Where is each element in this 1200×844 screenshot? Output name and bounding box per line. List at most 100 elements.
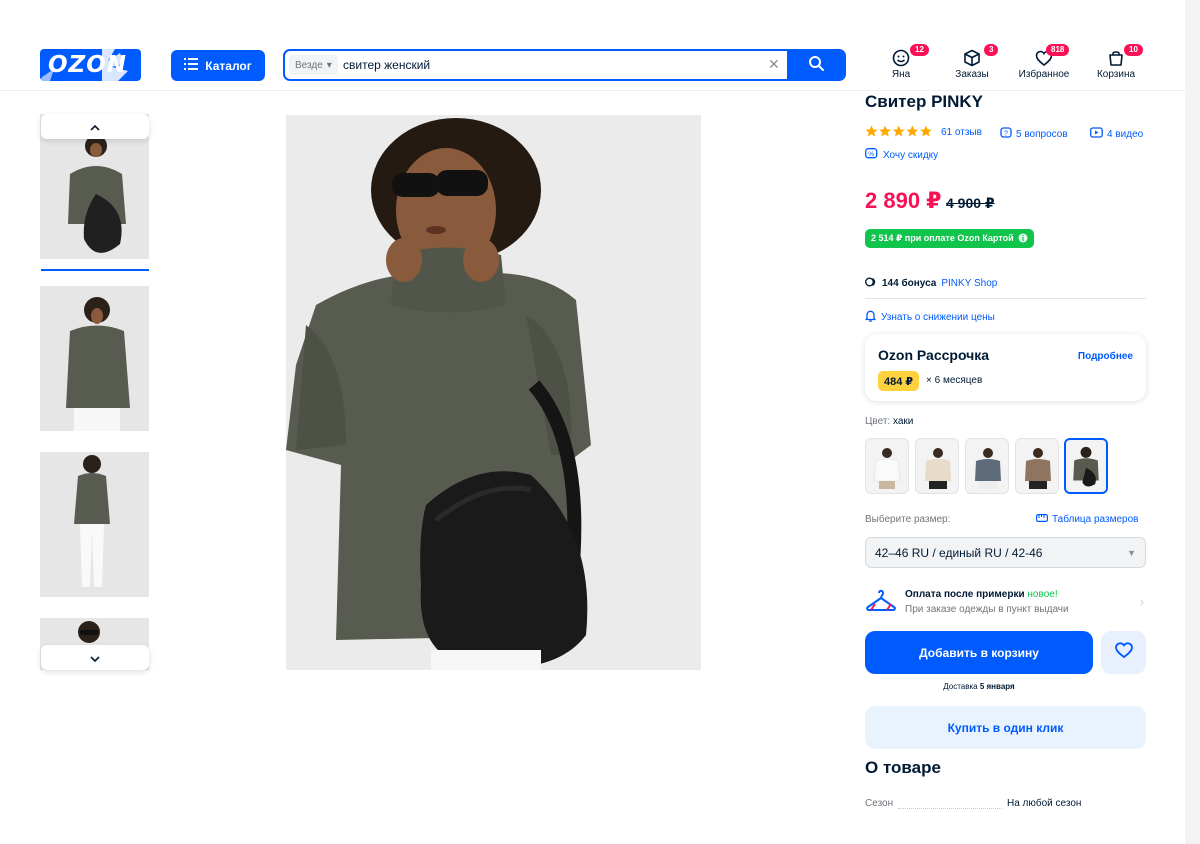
- chevron-down-icon: [90, 649, 100, 667]
- bonus-shop-link[interactable]: PINKY Shop: [941, 278, 997, 289]
- color-swatch-khaki-selected[interactable]: [1064, 438, 1108, 494]
- info-icon: [1018, 233, 1028, 245]
- videos-link[interactable]: 4 видео: [1090, 127, 1143, 141]
- box-icon: [962, 48, 982, 68]
- search-input[interactable]: [343, 55, 763, 75]
- rating-stars[interactable]: [865, 125, 933, 138]
- color-swatch-blue-gray[interactable]: [965, 438, 1009, 494]
- tryon-new-label: новое!: [1027, 589, 1058, 600]
- reviews-count: 61 отзыв: [941, 127, 982, 138]
- cart-nav-item[interactable]: 10 Корзина: [1086, 44, 1146, 80]
- color-swatch-brown[interactable]: [1015, 438, 1059, 494]
- size-select[interactable]: 42–46 RU / единый RU / 42-46 ▼: [865, 537, 1146, 568]
- add-to-favorites-button[interactable]: [1101, 631, 1146, 674]
- price-drop-notify-link[interactable]: Узнать о снижении цены: [865, 310, 995, 325]
- about-product-heading: О товаре: [865, 758, 941, 777]
- pay-after-tryon-banner[interactable]: Оплата после примерки новое! При заказе …: [865, 587, 1146, 619]
- delivery-info: Доставка 5 января: [865, 682, 1093, 691]
- thumbnail-3[interactable]: [40, 452, 149, 597]
- ozon-logo[interactable]: OZON: [40, 49, 141, 81]
- attr-season-value: На любой сезон: [1007, 798, 1082, 809]
- color-label-prefix: Цвет:: [865, 416, 891, 427]
- bonus-count: 144 бонуса: [882, 278, 937, 289]
- color-swatch-beige[interactable]: [915, 438, 959, 494]
- caret-down-icon: ▾: [326, 59, 332, 71]
- tryon-subtitle: При заказе одежды в пункт выдачи: [905, 604, 1069, 615]
- questions-link[interactable]: ? 5 вопросов: [1000, 127, 1068, 142]
- price-drop-label: Узнать о снижении цены: [881, 312, 995, 323]
- installment-title: Ozon Рассрочка: [878, 347, 990, 363]
- discount-chat-icon: %: [865, 148, 878, 163]
- profile-label: Яна: [891, 69, 911, 80]
- orders-nav-item[interactable]: 3 Заказы: [942, 44, 1002, 80]
- cart-label: Корзина: [1096, 69, 1136, 80]
- search-bar: Везде ▾ ✕: [283, 49, 846, 81]
- page-scrollbar[interactable]: [1185, 0, 1200, 844]
- thumbnail-scroll-down-button[interactable]: [41, 645, 149, 670]
- ruler-icon: [1036, 514, 1049, 525]
- want-discount-label: Хочу скидку: [883, 150, 939, 161]
- cart-badge: 10: [1124, 44, 1143, 56]
- favorites-label: Избранное: [1018, 69, 1070, 80]
- installment-card[interactable]: Ozon Рассрочка Подробнее 484 ₽ × 6 месяц…: [865, 334, 1146, 401]
- installment-months: × 6 месяцев: [926, 375, 983, 386]
- delivery-prefix: Доставка: [943, 682, 978, 691]
- header-divider: [0, 90, 1185, 91]
- color-label: Цвет: хаки: [865, 416, 913, 427]
- installment-monthly-price: 484 ₽: [878, 371, 920, 391]
- search-scope-dropdown[interactable]: Везде ▾: [289, 55, 338, 75]
- product-title: Свитер PINKY: [865, 92, 984, 111]
- chevron-right-icon: ›: [1140, 595, 1144, 609]
- installment-more-link[interactable]: Подробнее: [1078, 351, 1133, 362]
- main-product-photo[interactable]: [286, 115, 701, 670]
- search-button[interactable]: [787, 51, 844, 79]
- orders-label: Заказы: [955, 69, 989, 80]
- tryon-title: Оплата после примерки новое!: [905, 589, 1058, 600]
- reviews-link[interactable]: 61 отзыв: [941, 127, 982, 138]
- want-discount-link[interactable]: % Хочу скидку: [865, 148, 938, 163]
- buy-one-click-button[interactable]: Купить в один клик: [865, 706, 1146, 749]
- chevron-up-icon: [90, 118, 100, 136]
- favorites-nav-item[interactable]: 818 Избранное: [1014, 44, 1074, 80]
- question-icon: ?: [1000, 127, 1012, 142]
- hanger-icon: [865, 587, 897, 620]
- section-divider: [865, 298, 1146, 299]
- ozon-card-price-text: 2 514 ₽ при оплате Ozon Картой: [871, 233, 1014, 243]
- size-table-label: Таблица размеров: [1052, 514, 1139, 525]
- size-label: Выберите размер:: [865, 514, 951, 525]
- search-scope-label: Везде: [295, 59, 323, 71]
- questions-count: 5 вопросов: [1016, 129, 1068, 140]
- old-price: 4 900 ₽: [946, 195, 995, 211]
- heart-outline-icon: [1114, 641, 1134, 664]
- ozon-card-price-badge[interactable]: 2 514 ₽ при оплате Ozon Картой: [865, 229, 1034, 248]
- size-table-link[interactable]: Таблица размеров: [1036, 514, 1138, 525]
- color-swatch-white[interactable]: [865, 438, 909, 494]
- profile-nav-item[interactable]: 12 Яна: [871, 44, 931, 80]
- smile-icon: [891, 48, 911, 68]
- thumbnail-scroll-up-button[interactable]: [41, 114, 149, 139]
- svg-text:%: %: [868, 151, 874, 158]
- profile-badge: 12: [910, 44, 929, 56]
- add-to-cart-button[interactable]: Добавить в корзину: [865, 631, 1093, 674]
- bell-icon: [865, 310, 876, 325]
- clear-search-icon[interactable]: ✕: [768, 56, 780, 73]
- caret-down-icon: ▼: [1127, 547, 1136, 558]
- current-price: 2 890 ₽: [865, 188, 942, 213]
- attr-dotted-leader: [898, 808, 1002, 809]
- size-selected-value: 42–46 RU / единый RU / 42-46: [875, 545, 1043, 560]
- thumbnail-gallery: [40, 114, 149, 670]
- search-icon: [808, 55, 824, 76]
- svg-text:?: ?: [1004, 131, 1008, 138]
- bonus-info: 144 бонуса PINKY Shop: [865, 277, 997, 290]
- bonus-coin-icon: [865, 277, 877, 290]
- attr-season-label: Сезон: [865, 798, 894, 809]
- video-icon: [1090, 127, 1103, 141]
- favorites-badge: 818: [1046, 44, 1070, 56]
- logo-text: OZON: [48, 52, 128, 78]
- videos-count: 4 видео: [1107, 128, 1144, 140]
- catalog-button[interactable]: Каталог: [171, 50, 265, 81]
- thumbnail-2[interactable]: [40, 286, 149, 431]
- orders-badge: 3: [984, 44, 999, 56]
- color-value: хаки: [892, 416, 914, 427]
- cart-bag-icon: [1106, 48, 1126, 68]
